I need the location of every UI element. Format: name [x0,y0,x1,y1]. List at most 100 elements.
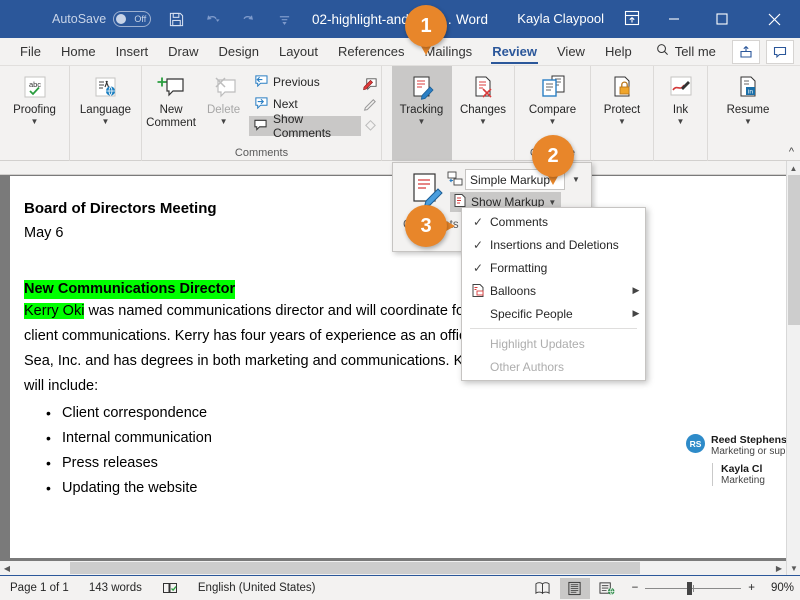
track-changes-icon [406,73,438,103]
web-layout-icon[interactable] [592,578,622,599]
menu-item-label: Other Authors [490,360,627,374]
menu-item-label: Formatting [490,261,627,275]
tab-review[interactable]: Review [482,38,547,66]
zoom-out-button[interactable]: − [632,582,639,594]
ribbon-group-tracking[interactable]: Tracking ▼ [392,66,452,161]
check-icon: ✓ [466,215,490,229]
tab-references[interactable]: References [328,38,414,66]
close-icon[interactable] [752,0,796,38]
delete-comment-button[interactable]: Delete ▼ [200,70,247,126]
chevron-down-icon[interactable]: ▼ [548,198,556,207]
menu-item-comments[interactable]: ✓ Comments [462,210,645,233]
new-comment-icon [155,73,187,103]
comments-group-label: Comments [235,145,288,161]
menu-item-specific-people[interactable]: Specific People ▶ [462,302,645,325]
horizontal-scrollbar[interactable]: ◀ ▶ [0,561,786,575]
check-icon: ✓ [466,261,490,275]
scroll-right-icon[interactable]: ▶ [772,561,786,575]
language-button[interactable]: Language ▼ [77,70,135,126]
tell-me-box[interactable]: Tell me [646,38,726,66]
ink-button[interactable]: Ink ▼ [652,70,710,126]
zoom-level[interactable]: 90% [762,582,794,594]
list-item: Internal communication [24,426,684,451]
tab-view[interactable]: View [547,38,595,66]
maximize-icon[interactable] [700,0,744,38]
submenu-arrow-icon: ▶ [627,285,645,296]
changes-button[interactable]: Changes ▼ [454,70,512,126]
chevron-down-icon: ▼ [677,118,685,126]
vertical-scroll-thumb[interactable] [788,175,800,325]
proofing-status-icon[interactable] [152,581,188,595]
scroll-down-icon[interactable]: ▼ [787,561,800,575]
ink-tools-column [361,70,381,132]
zoom-slider[interactable] [645,588,741,589]
tab-design[interactable]: Design [209,38,269,66]
compare-button[interactable]: Compare ▼ [524,70,582,126]
share-icon[interactable] [732,40,760,64]
highlighter-icon[interactable] [361,94,381,112]
word-count[interactable]: 143 words [79,582,152,594]
show-comments-button[interactable]: Show Comments [249,116,361,136]
ribbon-display-options-icon[interactable] [624,10,640,31]
show-comments-label: Show Comments [273,112,357,140]
menu-item-balloons[interactable]: Balloons ▶ [462,279,645,302]
vertical-scrollbar[interactable]: ▲ ▼ [786,161,800,575]
step-badge-1: 1 [405,5,447,47]
comments-icon[interactable] [766,40,794,64]
zoom-slider-handle[interactable] [687,582,692,595]
redo-icon[interactable] [237,8,259,30]
ink-pen-icon[interactable] [361,74,381,92]
group-label-spacer [104,145,107,161]
menu-item-highlight-updates: Highlight Updates [462,332,645,355]
avatar: RS [686,434,705,453]
next-comment-icon [253,96,268,112]
svg-text:in: in [748,89,753,96]
print-layout-icon[interactable] [560,578,590,599]
menu-item-label: Specific People [490,307,627,321]
resume-button[interactable]: in Resume ▼ [713,70,783,126]
menu-item-formatting[interactable]: ✓ Formatting [462,256,645,279]
eraser-icon[interactable] [361,114,381,132]
show-comments-icon [253,118,268,134]
tab-bar-actions [732,40,794,64]
proofing-button[interactable]: abc Proofing ▼ [6,70,64,126]
collapse-ribbon-icon[interactable]: ^ [789,146,794,158]
tracking-button[interactable]: Tracking ▼ [393,70,451,126]
zoom-in-button[interactable]: + [748,582,755,594]
tracking-label: Tracking [400,104,444,117]
scroll-up-icon[interactable]: ▲ [787,161,800,175]
tab-file[interactable]: File [10,38,51,66]
customize-quick-access-icon[interactable] [273,8,295,30]
previous-comment-button[interactable]: Previous [249,72,361,92]
next-comment-button[interactable]: Next [249,94,361,114]
language-status[interactable]: English (United States) [188,582,326,594]
menu-item-insertions-and-deletions[interactable]: ✓ Insertions and Deletions [462,233,645,256]
ribbon-group-proofing: abc Proofing ▼ [0,66,70,161]
chevron-down-icon: ▼ [418,118,426,126]
changes-label: Changes [460,104,506,117]
user-name[interactable]: Kayla Claypool [517,11,604,26]
undo-icon[interactable] [201,8,223,30]
comment-card[interactable]: RS Reed Stephens Marketing or sup [686,434,798,457]
minimize-icon[interactable] [652,0,696,38]
autosave-toggle[interactable]: Off [113,11,151,27]
tab-layout[interactable]: Layout [269,38,328,66]
list-item: Updating the website [24,476,684,501]
check-icon: ✓ [466,238,490,252]
protect-button[interactable]: Protect ▼ [593,70,651,126]
new-comment-label: New Comment [142,104,200,129]
scroll-left-icon[interactable]: ◀ [0,561,14,575]
tab-draw[interactable]: Draw [158,38,208,66]
save-icon[interactable] [165,8,187,30]
previous-comment-label: Previous [273,75,320,89]
previous-comment-icon [253,74,268,90]
tab-insert[interactable]: Insert [106,38,159,66]
horizontal-scroll-thumb[interactable] [70,562,640,574]
tab-help[interactable]: Help [595,38,642,66]
read-mode-icon[interactable] [528,578,558,599]
menu-item-other-authors: Other Authors [462,355,645,378]
proofing-label: Proofing [13,104,56,117]
tab-home[interactable]: Home [51,38,106,66]
page-number[interactable]: Page 1 of 1 [0,582,79,594]
new-comment-button[interactable]: New Comment [142,70,200,129]
